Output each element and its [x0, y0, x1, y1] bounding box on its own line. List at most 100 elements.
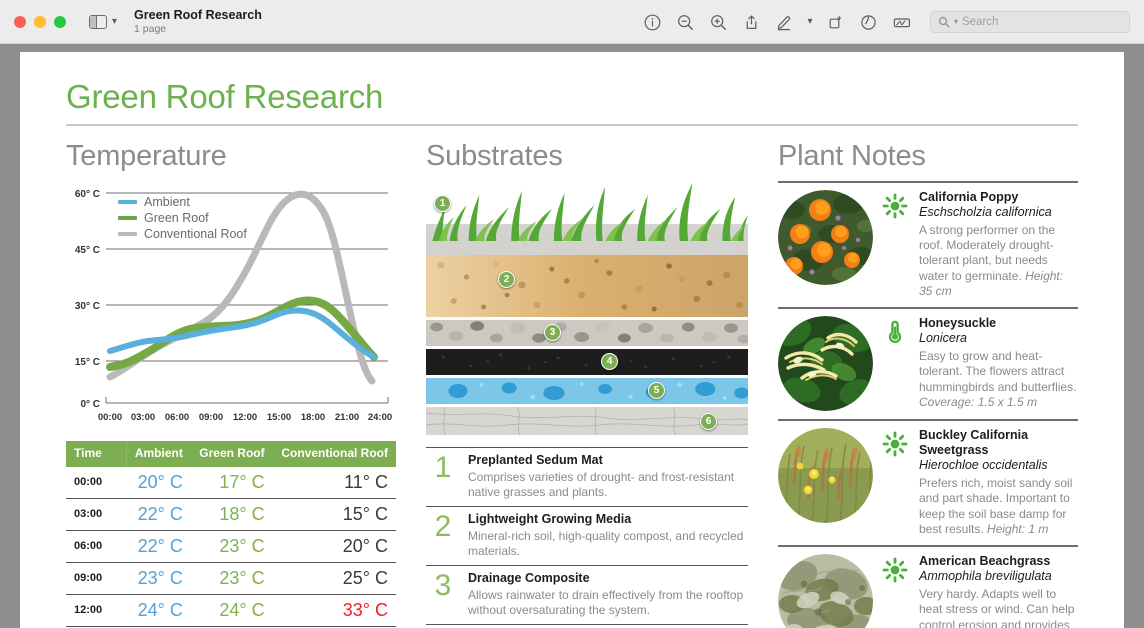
section-heading-plant-notes: Plant Notes: [778, 140, 1078, 173]
list-item: Buckley California Sweetgrass Hierochloe…: [778, 419, 1078, 545]
substrate-name: Preplanted Sedum Mat: [468, 453, 748, 469]
cell-green-roof: 24° C: [191, 594, 273, 626]
minimize-button[interactable]: [34, 16, 46, 28]
cell-time: 06:00: [66, 530, 126, 562]
layer-badge-2: 2: [498, 271, 515, 288]
search-placeholder: Search: [962, 16, 998, 28]
column-header-conventional-roof: Conventional Roof: [273, 441, 396, 467]
svg-text:03:00: 03:00: [131, 412, 155, 423]
substrate-layer-1: 1: [426, 181, 748, 255]
signature-icon[interactable]: [885, 7, 918, 37]
column-plant-notes: Plant Notes: [778, 140, 1078, 620]
svg-text:0° C: 0° C: [80, 399, 100, 410]
substrate-description: Mineral-rich soil, high-quality compost,…: [468, 529, 748, 559]
american-beachgrass-photo: [778, 554, 873, 628]
rotate-icon[interactable]: [852, 7, 885, 37]
svg-text:06:00: 06:00: [165, 412, 189, 423]
plant-description: Prefers rich, moist sandy soil and part …: [919, 476, 1078, 537]
zoom-out-icon[interactable]: [669, 7, 702, 37]
layer-badge-6: 6: [700, 413, 717, 430]
table-body: 00:00 20° C 17° C 11° C 03:00 22° C 18° …: [66, 467, 396, 627]
sidebar-icon: [89, 15, 107, 29]
substrate-layer-2: 2: [426, 255, 748, 317]
cell-ambient: 24° C: [126, 594, 191, 626]
cell-conventional-roof: 11° C: [273, 467, 396, 499]
cell-time: 00:00: [66, 467, 126, 499]
table-row: 09:00 23° C 23° C 25° C: [66, 562, 396, 594]
plant-latin-name: Ammophila breviligulata: [919, 569, 1078, 585]
plant-measurement: Height: 1 m: [987, 522, 1048, 536]
markup-chevron-down-icon[interactable]: ▾: [801, 7, 819, 37]
column-header-ambient: Ambient: [126, 441, 191, 467]
layer-badge-1: 1: [434, 195, 451, 212]
substrate-layer-5: 5: [426, 378, 748, 404]
document-canvas[interactable]: Green Roof Research Temperature: [0, 44, 1144, 628]
cell-ambient: 20° C: [126, 467, 191, 499]
legend-item: Ambient: [118, 195, 247, 209]
zoom-button[interactable]: [54, 16, 66, 28]
svg-text:09:00: 09:00: [199, 412, 223, 423]
substrate-name: Lightweight Growing Media: [468, 512, 748, 528]
sidebar-toggle[interactable]: ▾: [89, 15, 117, 29]
search-input[interactable]: ▾ Search: [930, 11, 1130, 33]
share-icon[interactable]: [735, 7, 768, 37]
list-item: California Poppy Eschscholzia californic…: [778, 181, 1078, 307]
plant-details: Honeysuckle Lonicera Easy to grow and he…: [919, 316, 1078, 410]
search-icon: [938, 16, 950, 28]
substrate-diagram: 1: [426, 181, 748, 435]
legend-swatch-ambient: [118, 200, 137, 204]
close-button[interactable]: [14, 16, 26, 28]
sun-icon: [882, 428, 910, 462]
svg-text:60° C: 60° C: [75, 189, 100, 200]
window-titlebar: ▾ Green Roof Research 1 page ▾: [0, 0, 1144, 44]
svg-text:18:00: 18:00: [301, 412, 325, 423]
sweetgrass-photo-illustration: [778, 428, 873, 523]
substrate-name: Drainage Composite: [468, 571, 748, 587]
crop-icon[interactable]: [819, 7, 852, 37]
substrate-number: 1: [430, 453, 456, 483]
sun-icon: [882, 190, 910, 224]
substrate-layer-4: 4: [426, 349, 748, 375]
list-item: American Beachgrass Ammophila breviligul…: [778, 545, 1078, 628]
legend-swatch-green-roof: [118, 216, 137, 220]
markup-pen-icon[interactable]: [768, 7, 801, 37]
svg-text:15:00: 15:00: [267, 412, 291, 423]
substrate-layer-3: 3: [426, 320, 748, 346]
svg-text:45° C: 45° C: [75, 245, 100, 256]
info-icon[interactable]: [636, 7, 669, 37]
svg-text:12:00: 12:00: [233, 412, 257, 423]
cell-ambient: 22° C: [126, 498, 191, 530]
search-chevron-down-icon[interactable]: ▾: [954, 18, 958, 26]
cell-time: 03:00: [66, 498, 126, 530]
gravel-illustration: [426, 320, 748, 346]
chart-legend: Ambient Green Roof Conventional Roof: [118, 195, 247, 243]
chevron-down-icon[interactable]: ▾: [112, 17, 117, 27]
plant-latin-name: Lonicera: [919, 331, 1078, 347]
document-page-count: 1 page: [134, 23, 262, 35]
zoom-in-icon[interactable]: [702, 7, 735, 37]
plant-details: American Beachgrass Ammophila breviligul…: [919, 554, 1078, 628]
membrane-illustration: [426, 378, 748, 404]
plant-latin-name: Hierochloe occidentalis: [919, 458, 1078, 474]
page-title: Green Roof Research: [66, 78, 1078, 116]
cell-conventional-roof: 20° C: [273, 530, 396, 562]
list-item: 2 Lightweight Growing Media Mineral-rich…: [426, 506, 748, 565]
legend-label-green-roof: Green Roof: [144, 211, 209, 225]
title-divider: [66, 124, 1078, 126]
cell-green-roof: 18° C: [191, 498, 273, 530]
cell-time: 12:00: [66, 594, 126, 626]
plant-details: Buckley California Sweetgrass Hierochloe…: [919, 428, 1078, 537]
legend-swatch-conventional-roof: [118, 232, 137, 236]
cell-green-roof: 23° C: [191, 530, 273, 562]
layer-badge-5: 5: [648, 382, 665, 399]
soil-illustration: [426, 255, 748, 317]
thermometer-icon: [882, 316, 910, 350]
plant-description-text: Very hardy. Adapts well to heat stress o…: [919, 587, 1074, 628]
california-poppy-photo: [778, 190, 873, 285]
table-header: Time Ambient Green Roof Conventional Roo…: [66, 441, 396, 467]
plant-name: Honeysuckle: [919, 316, 1078, 331]
layer-badge-3: 3: [544, 324, 561, 341]
plant-measurement: Coverage: 1.5 x 1.5 m: [919, 395, 1037, 409]
plant-latin-name: Eschscholzia californica: [919, 205, 1078, 221]
plant-name: Buckley California Sweetgrass: [919, 428, 1078, 458]
